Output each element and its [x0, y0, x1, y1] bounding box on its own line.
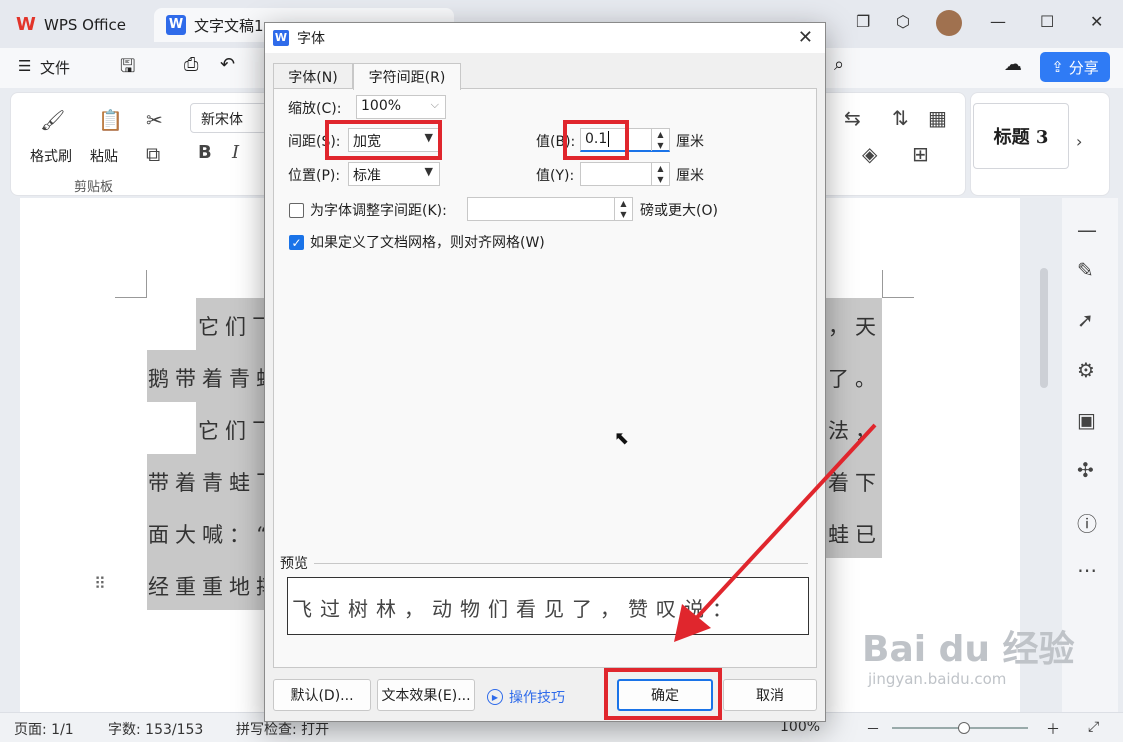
- baidu-watermark: Bai du 经验: [862, 629, 1075, 670]
- baidu-watermark-url: jingyan.baidu.com: [868, 670, 1007, 688]
- mouse-cursor-icon: ⬉: [614, 428, 630, 449]
- tab-character-spacing[interactable]: 字符间距(R): [353, 63, 461, 90]
- preview-label: 预览: [280, 553, 314, 573]
